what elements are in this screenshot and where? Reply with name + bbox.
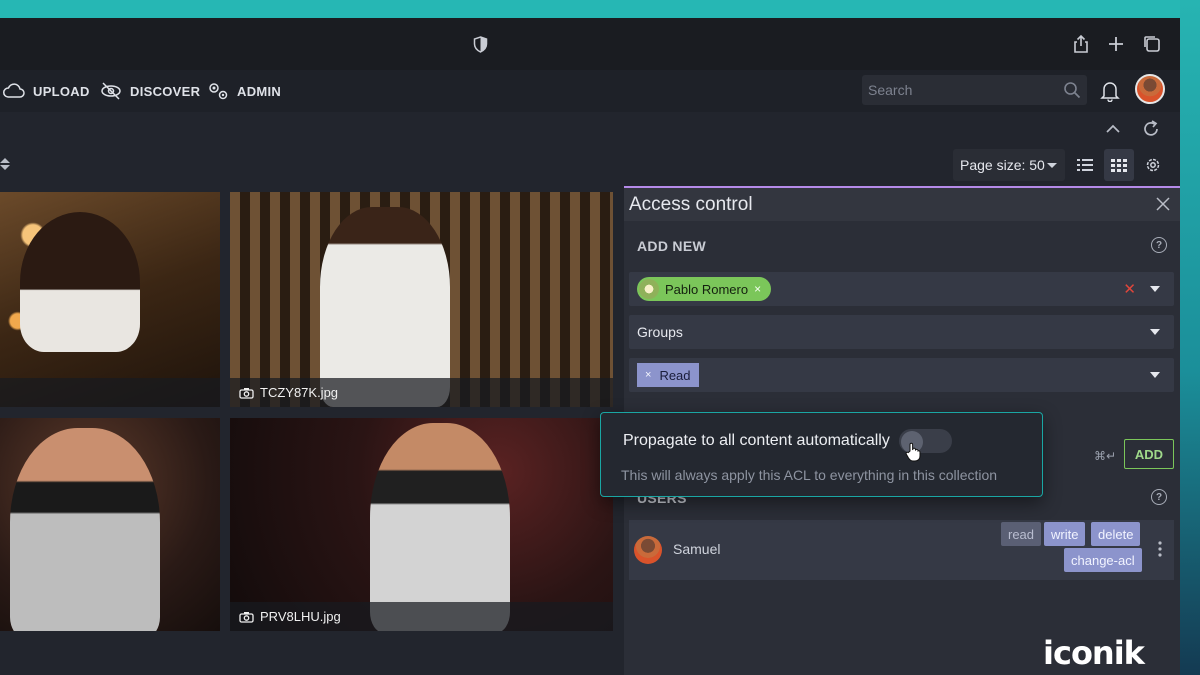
sort-icon[interactable] bbox=[0, 157, 10, 171]
refresh-icon[interactable] bbox=[1141, 119, 1161, 139]
keyboard-shortcut-hint: ⌘↵ bbox=[1094, 449, 1117, 463]
background-teal-side bbox=[1180, 0, 1200, 675]
asset-caption: PRV8LHU.jpg bbox=[230, 602, 613, 631]
asset-filename: PRV8LHU.jpg bbox=[260, 609, 341, 624]
clear-selection-icon[interactable]: ✕ bbox=[1123, 280, 1136, 298]
thumbnail-image bbox=[10, 428, 160, 631]
app-nav: UPLOAD DISCOVER ADMIN bbox=[0, 70, 1180, 112]
user-chip: Pablo Romero × bbox=[637, 277, 772, 301]
asset-thumbnail[interactable] bbox=[0, 192, 220, 407]
avatar bbox=[634, 536, 662, 564]
permissions-select[interactable]: × Read bbox=[629, 358, 1174, 392]
chip-avatar bbox=[639, 279, 659, 299]
page-size-select[interactable]: Page size: 50 bbox=[953, 149, 1065, 181]
asset-caption: TCZY87K.jpg bbox=[230, 378, 613, 407]
add-new-label: ADD NEW bbox=[637, 238, 706, 254]
thumbnail-image bbox=[320, 207, 450, 407]
share-icon[interactable] bbox=[1071, 34, 1091, 54]
bell-icon[interactable] bbox=[1100, 80, 1120, 102]
asset-thumbnail[interactable] bbox=[0, 418, 220, 631]
propagate-popup: Propagate to all content automatically T… bbox=[600, 412, 1043, 497]
discover-icon bbox=[101, 82, 121, 100]
tabs-overview-icon[interactable] bbox=[1142, 34, 1162, 54]
remove-chip-icon[interactable]: × bbox=[754, 282, 761, 296]
dropdown-caret-icon[interactable] bbox=[1150, 372, 1160, 378]
nav-admin[interactable]: ADMIN bbox=[206, 80, 281, 102]
new-tab-icon[interactable] bbox=[1106, 34, 1126, 54]
search-icon[interactable] bbox=[1063, 81, 1081, 99]
gears-icon bbox=[209, 83, 228, 100]
view-settings-button[interactable] bbox=[1138, 149, 1168, 181]
iconik-logo: iconik bbox=[1043, 634, 1145, 672]
user-select[interactable]: Pablo Romero × ✕ bbox=[629, 272, 1174, 306]
background-teal-bar bbox=[0, 0, 1200, 18]
user-chip-label: Pablo Romero bbox=[665, 281, 749, 297]
user-avatar[interactable] bbox=[1135, 74, 1165, 104]
permission-delete[interactable]: delete bbox=[1091, 522, 1141, 546]
list-view-icon bbox=[1077, 159, 1093, 171]
panel-title: Access control bbox=[629, 194, 753, 215]
cloud-icon bbox=[3, 83, 25, 98]
camera-icon bbox=[239, 387, 254, 399]
permission-chip-label: Read bbox=[659, 367, 691, 383]
groups-placeholder: Groups bbox=[637, 324, 683, 340]
nav-discover-label: DISCOVER bbox=[130, 83, 201, 99]
add-button[interactable]: ADD bbox=[1124, 439, 1174, 469]
asset-caption bbox=[0, 378, 220, 407]
chevron-up-icon[interactable] bbox=[1104, 121, 1122, 137]
permission-change-acl[interactable]: change-acl bbox=[1064, 548, 1142, 572]
nav-admin-label: ADMIN bbox=[237, 83, 282, 99]
app-window: UPLOAD DISCOVER ADMIN Search Page size: … bbox=[0, 18, 1180, 675]
thumbnail-image bbox=[370, 423, 510, 631]
asset-thumbnail[interactable]: TCZY87K.jpg bbox=[230, 192, 613, 407]
close-icon[interactable] bbox=[1156, 197, 1170, 211]
permission-chip: × Read bbox=[637, 363, 699, 387]
shield-icon bbox=[473, 36, 488, 53]
nav-upload[interactable]: UPLOAD bbox=[2, 80, 90, 102]
hand-cursor-icon bbox=[905, 442, 921, 462]
search-box bbox=[862, 75, 1087, 105]
caret-down-icon bbox=[1047, 163, 1057, 168]
nav-discover[interactable]: DISCOVER bbox=[99, 80, 200, 102]
search-input[interactable] bbox=[862, 75, 1052, 105]
panel-header: Access control bbox=[624, 188, 1180, 221]
asset-filename: TCZY87K.jpg bbox=[260, 385, 339, 400]
more-options-icon[interactable] bbox=[1158, 540, 1162, 558]
propagate-description: This will always apply this ACL to every… bbox=[621, 467, 998, 483]
nav-upload-label: UPLOAD bbox=[33, 83, 90, 99]
remove-chip-icon[interactable]: × bbox=[645, 369, 651, 381]
grid-view-icon bbox=[1111, 159, 1127, 172]
permission-read[interactable]: read bbox=[1001, 522, 1042, 546]
propagate-title: Propagate to all content automatically bbox=[623, 432, 890, 449]
browser-toolbar bbox=[0, 18, 1180, 70]
gear-icon bbox=[1146, 158, 1160, 172]
help-icon[interactable]: ? bbox=[1151, 237, 1167, 253]
help-icon[interactable]: ? bbox=[1151, 489, 1167, 505]
grid-view-button[interactable] bbox=[1104, 149, 1134, 181]
list-view-button[interactable] bbox=[1070, 149, 1100, 181]
camera-icon bbox=[239, 611, 254, 623]
groups-select[interactable]: Groups bbox=[629, 315, 1174, 349]
asset-thumbnail[interactable]: PRV8LHU.jpg bbox=[230, 418, 613, 631]
thumbnail-image bbox=[20, 212, 140, 352]
dropdown-caret-icon[interactable] bbox=[1150, 329, 1160, 335]
dropdown-caret-icon[interactable] bbox=[1150, 286, 1160, 292]
permission-write[interactable]: write bbox=[1044, 522, 1086, 546]
page-size-label: Page size: 50 bbox=[960, 157, 1045, 173]
user-name: Samuel bbox=[673, 541, 721, 557]
user-row: Samuel read write delete change-acl bbox=[629, 520, 1174, 580]
